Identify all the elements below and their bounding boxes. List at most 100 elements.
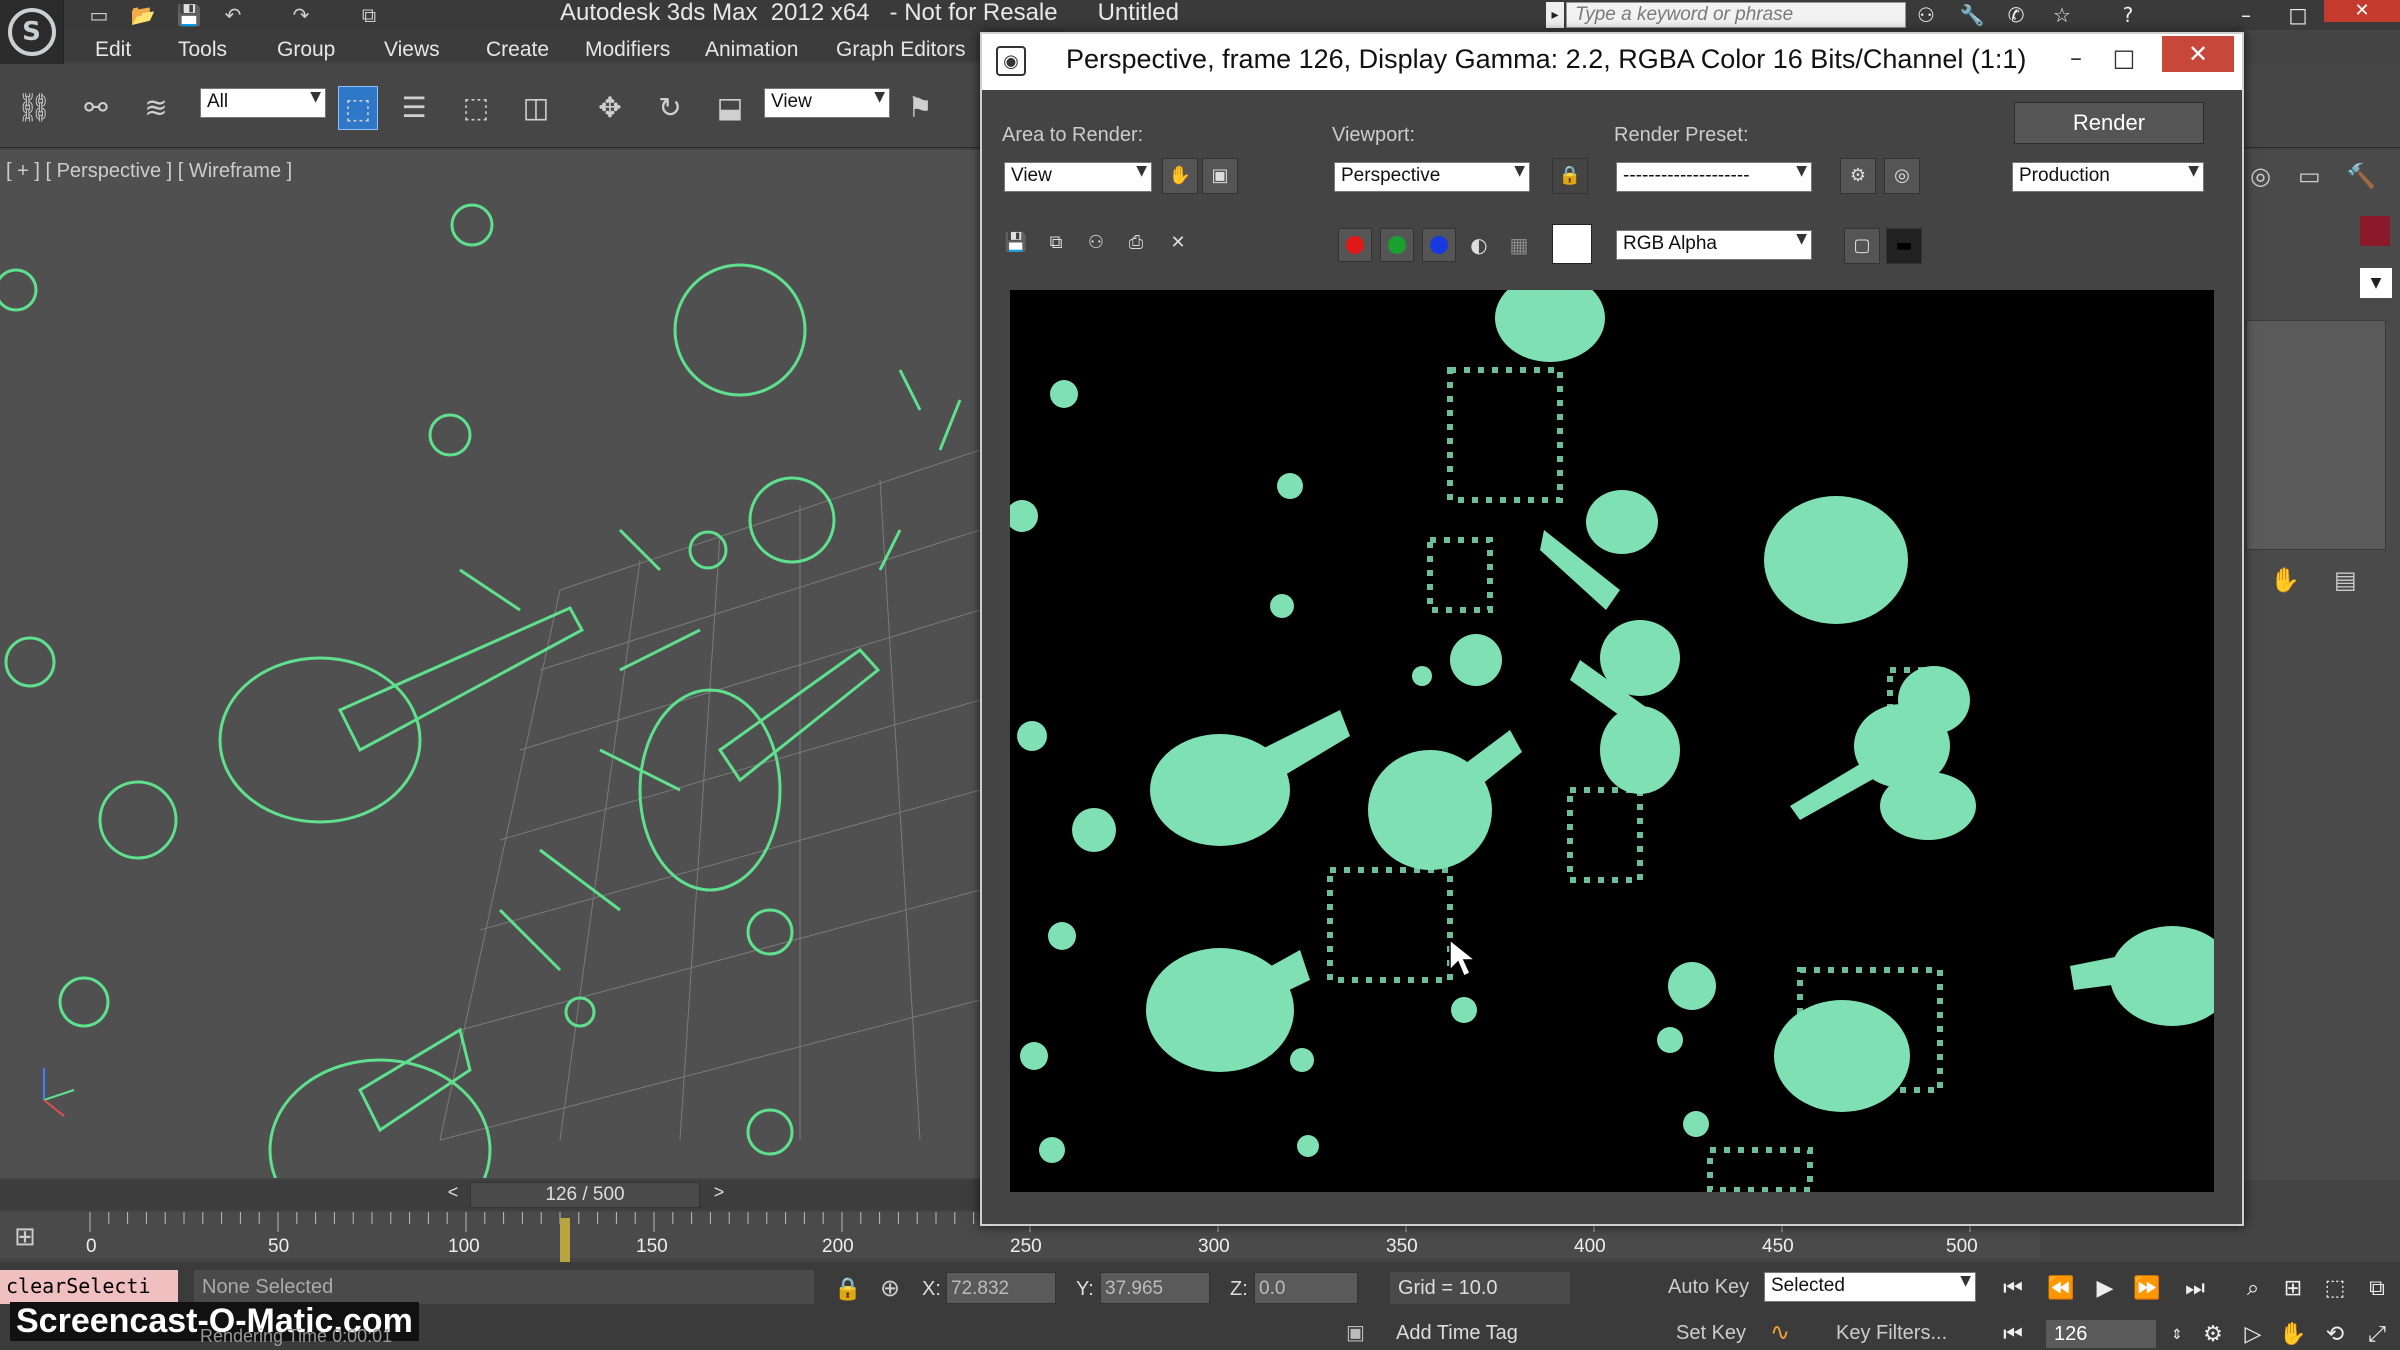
viewport-label[interactable]: [ + ] [ Perspective ] [ Wireframe ] <box>6 160 292 183</box>
area-to-render-dropdown[interactable]: View ▼ <box>1004 162 1152 192</box>
bind-to-space-warp-icon[interactable]: ≋ <box>136 86 176 130</box>
binoculars-icon[interactable]: ⚇ <box>1910 2 1942 28</box>
time-slider-next[interactable]: > <box>706 1182 732 1208</box>
maximize-icon[interactable]: □ <box>2104 40 2144 76</box>
select-and-link-icon[interactable]: ⛓ <box>14 86 54 130</box>
add-time-tag-button[interactable]: Add Time Tag <box>1360 1318 1580 1348</box>
maximize-main-icon[interactable]: □ <box>2282 2 2314 28</box>
auto-key-button[interactable]: Auto Key <box>1668 1276 1749 1299</box>
undo-icon[interactable]: ↶ <box>218 2 248 28</box>
channel-display-dropdown[interactable]: RGB Alpha ▼ <box>1616 230 1812 260</box>
project-folder-icon[interactable]: ⧉ <box>354 2 384 28</box>
save-file-icon[interactable]: 💾 <box>174 2 204 28</box>
menu-animation[interactable]: Animation <box>705 38 798 64</box>
object-color-swatch[interactable] <box>2360 216 2390 246</box>
set-key-icon[interactable]: ∿ <box>1770 1318 1790 1346</box>
key-mode-toggle-icon[interactable]: ⏮ <box>1996 1320 2030 1350</box>
play-icon[interactable]: ▶ <box>2088 1274 2122 1304</box>
motion-tab-icon[interactable]: ▭ <box>2298 162 2338 202</box>
select-and-scale-icon[interactable]: ⬓ <box>710 86 750 130</box>
time-slider-prev[interactable]: < <box>440 1182 466 1208</box>
swatch-color[interactable] <box>1552 224 1592 264</box>
render-setup-icon[interactable]: ⚙ <box>1840 158 1876 194</box>
current-frame-marker[interactable] <box>560 1218 570 1264</box>
field-of-view-icon[interactable]: ▷ <box>2236 1320 2270 1350</box>
frame-spinner-icon[interactable]: ⇕ <box>2160 1320 2194 1350</box>
absolute-mode-icon[interactable]: ⊕ <box>880 1274 900 1302</box>
previous-frame-icon[interactable]: ⏪ <box>2044 1274 2078 1304</box>
clone-frame-window-icon[interactable]: ⚇ <box>1078 226 1114 262</box>
rectangular-selection-icon[interactable]: ⬚ <box>456 86 496 130</box>
set-key-button[interactable]: Set Key <box>1676 1322 1746 1345</box>
minimize-icon[interactable]: – <box>2056 40 2096 76</box>
zoom-extents-icon[interactable]: ⬚ <box>2318 1274 2352 1304</box>
render-mode-dropdown[interactable]: Production ▼ <box>2012 162 2204 192</box>
menu-graph-editors[interactable]: Graph Editors <box>836 38 966 64</box>
select-and-move-icon[interactable]: ✥ <box>590 86 630 130</box>
pan-view-icon[interactable]: ✋ <box>2276 1320 2310 1350</box>
hand-icon[interactable]: ✋ <box>2270 566 2306 602</box>
save-image-icon[interactable]: 💾 <box>998 226 1034 262</box>
menu-create[interactable]: Create <box>486 38 549 64</box>
environment-effects-icon[interactable]: ◎ <box>1884 158 1920 194</box>
minimize-main-icon[interactable]: – <box>2230 2 2262 28</box>
perspective-viewport[interactable] <box>0 150 980 1178</box>
menu-modifiers[interactable]: Modifiers <box>585 38 670 64</box>
help-icon[interactable]: ? <box>2112 2 2144 28</box>
zoom-extents-all-icon[interactable]: ⧉ <box>2360 1274 2394 1304</box>
redo-icon[interactable]: ↷ <box>286 2 316 28</box>
select-by-name-icon[interactable]: ☰ <box>394 86 434 130</box>
close-render-window-button[interactable]: ✕ <box>2162 36 2234 72</box>
time-slider-thumb[interactable]: 126 / 500 <box>470 1182 700 1208</box>
select-object-icon[interactable]: ⬚ <box>338 86 378 130</box>
lock-selection-icon[interactable]: 🔒 <box>834 1276 861 1302</box>
search-expand-icon[interactable]: ▸ <box>1546 2 1564 28</box>
open-file-icon[interactable]: 📂 <box>128 2 158 28</box>
go-to-start-icon[interactable]: ⏮ <box>1996 1274 2030 1304</box>
display-tab-icon[interactable]: ◎ <box>2250 162 2290 202</box>
rendered-image[interactable] <box>1010 290 2214 1192</box>
y-coordinate-field[interactable]: 37.965 <box>1100 1272 1210 1304</box>
clear-icon[interactable]: ✕ <box>1160 226 1196 262</box>
next-frame-icon[interactable]: ⏩ <box>2130 1274 2164 1304</box>
menu-group[interactable]: Group <box>277 38 335 64</box>
pivot-point-icon[interactable]: ⚑ <box>900 86 940 130</box>
menu-views[interactable]: Views <box>384 38 440 64</box>
toggle-ui-icon[interactable]: ▬ <box>1886 228 1922 264</box>
edit-region-icon[interactable]: ✋ <box>1162 158 1198 194</box>
reference-coordinate-dropdown[interactable]: View ▼ <box>764 88 890 118</box>
orbit-icon[interactable]: ⟲ <box>2318 1320 2352 1350</box>
window-crossing-icon[interactable]: ◫ <box>516 86 556 130</box>
go-to-end-icon[interactable]: ⏭ <box>2178 1274 2212 1304</box>
auto-region-icon[interactable]: ▣ <box>1202 158 1238 194</box>
chevron-down-icon[interactable]: ▼ <box>2360 268 2392 298</box>
key-filters-button[interactable]: Key Filters... <box>1836 1322 1947 1345</box>
selection-filter-dropdown[interactable]: All ▼ <box>200 88 326 118</box>
zoom-all-icon[interactable]: ⊞ <box>2276 1274 2310 1304</box>
maximize-viewport-icon[interactable]: ⤢ <box>2360 1320 2394 1350</box>
close-main-button[interactable]: ✕ <box>2324 0 2400 22</box>
render-preset-dropdown[interactable]: -------------------- ▼ <box>1616 162 1812 192</box>
subscription-icon[interactable]: 🔧 <box>1956 2 1988 28</box>
current-frame-field[interactable]: 126 <box>2046 1320 2156 1348</box>
green-channel-toggle[interactable] <box>1380 228 1414 262</box>
utilities-tab-icon[interactable]: 🔨 <box>2346 162 2386 202</box>
key-mode-dropdown[interactable]: Selected ▼ <box>1764 1272 1976 1302</box>
monochrome-icon[interactable]: ▦ <box>1502 228 1536 262</box>
zoom-icon[interactable]: ⌕ <box>2236 1274 2270 1304</box>
maxscript-listener[interactable]: clearSelecti <box>0 1270 178 1304</box>
mini-curve-editor-icon[interactable]: ⊞ <box>14 1222 54 1256</box>
favorites-star-icon[interactable]: ☆ <box>2046 2 2078 28</box>
app-menu-button[interactable]: S <box>0 0 64 64</box>
toggle-ui-overlay-icon[interactable]: ▢ <box>1844 228 1880 264</box>
print-image-icon[interactable]: ⎙ <box>1118 226 1154 262</box>
help-search-input[interactable]: Type a keyword or phrase <box>1566 2 1906 28</box>
viewport-dropdown[interactable]: Perspective ▼ <box>1334 162 1530 192</box>
menu-edit[interactable]: Edit <box>95 38 131 64</box>
unlink-selection-icon[interactable]: ⚯ <box>76 86 116 130</box>
x-coordinate-field[interactable]: 72.832 <box>946 1272 1056 1304</box>
lock-viewport-icon[interactable]: 🔒 <box>1552 158 1588 194</box>
red-channel-toggle[interactable] <box>1338 228 1372 262</box>
communication-icon[interactable]: ✆ <box>2000 2 2032 28</box>
new-file-icon[interactable]: ▭ <box>84 2 114 28</box>
